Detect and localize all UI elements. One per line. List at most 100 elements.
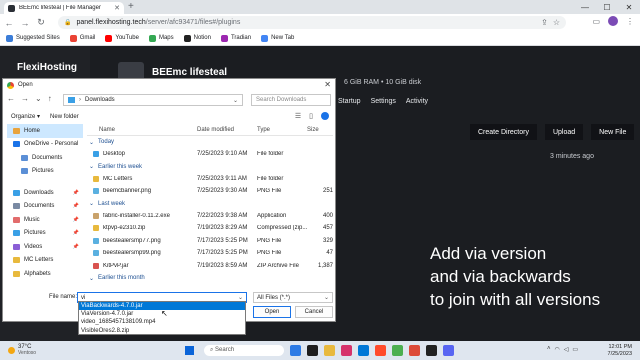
sidebar-item[interactable]: Videos 📌: [7, 240, 83, 254]
bookmark-item[interactable]: Tradian: [220, 34, 251, 42]
file-group-header[interactable]: ⌄ Earlier this week: [87, 161, 333, 173]
column-header[interactable]: Type: [257, 127, 307, 133]
chevron-up-icon[interactable]: ˄: [547, 346, 551, 353]
clock-date: 7/25/2023: [607, 351, 632, 357]
share-icon[interactable]: ⇪: [541, 18, 548, 27]
file-row[interactable]: beestealersmp99.png 7/17/2023 5:25 PM PNG …: [87, 247, 333, 260]
file-group-header[interactable]: ⌄ Today: [87, 136, 333, 148]
windows-start-icon[interactable]: [185, 346, 194, 355]
bookmark-item[interactable]: Suggested Sites: [6, 34, 60, 42]
taskbar-app-icon[interactable]: [409, 345, 420, 356]
sidebar-item[interactable]: Pictures: [7, 165, 83, 179]
sidebar-item[interactable]: MC Letters: [7, 254, 83, 268]
nav-startup[interactable]: Startup: [338, 98, 361, 105]
dropdown-icon[interactable]: ⌄: [35, 94, 42, 103]
cancel-button[interactable]: Cancel: [295, 306, 333, 318]
upload-button[interactable]: Upload: [544, 124, 584, 140]
new-folder-button[interactable]: New folder: [50, 114, 79, 120]
nav-activity[interactable]: Activity: [406, 98, 428, 105]
taskbar-app-icon[interactable]: [324, 345, 335, 356]
maximize-icon[interactable]: ☐: [596, 0, 618, 14]
taskbar-search-input[interactable]: ⌕ Search: [204, 345, 284, 356]
bookmark-item[interactable]: Maps: [148, 34, 174, 42]
view-icon[interactable]: ☰: [295, 112, 301, 120]
file-group-header[interactable]: ⌄ Last week: [87, 198, 333, 210]
file-row[interactable]: beemcbanner.png 7/25/2023 9:30 AM PNG File…: [87, 185, 333, 198]
chevron-down-icon[interactable]: ⌄: [324, 294, 329, 301]
autocomplete-item[interactable]: VisibleOres2.8.zip: [79, 327, 245, 335]
organize-button[interactable]: Organize ▾: [11, 113, 40, 120]
sidebar-item[interactable]: Downloads 📌: [7, 186, 83, 200]
back-icon[interactable]: ←: [4, 18, 14, 28]
taskbar-app-icon[interactable]: [392, 345, 403, 356]
bookmark-item[interactable]: Gmail: [69, 34, 95, 42]
profile-avatar[interactable]: [608, 16, 618, 26]
file-row[interactable]: ktpvp-e2310.zip 7/19/2023 8:29 AM Compress…: [87, 222, 333, 235]
bookmark-item[interactable]: YouTube: [105, 34, 139, 42]
clock[interactable]: 12:01 PM 7/25/2023: [608, 344, 632, 358]
file-row[interactable]: KitPvP.jar 7/19/2023 8:59 AM ZIP Archive F…: [87, 260, 333, 273]
close-dialog-icon[interactable]: ✕: [324, 80, 331, 89]
file-row[interactable]: Desktop 7/25/2023 9:10 AM File folder: [87, 148, 333, 161]
close-tab-icon[interactable]: ✕: [114, 4, 120, 12]
url-input[interactable]: 🔒 panel.flexihosting.tech/server/afc9347…: [58, 16, 566, 29]
path-bar[interactable]: › Downloads ⌄: [63, 94, 243, 106]
wifi-icon[interactable]: ◠: [554, 346, 559, 353]
open-button[interactable]: Open: [253, 306, 291, 318]
autocomplete-item[interactable]: video_1685457138109.mp4: [79, 318, 245, 326]
chrome-icon: [7, 81, 14, 89]
weather-widget[interactable]: 37°C Ventoso: [8, 344, 36, 356]
taskbar-app-icon[interactable]: [426, 345, 437, 356]
sidebar-item[interactable]: Alphabets: [7, 267, 83, 281]
chevron-down-icon[interactable]: ⌄: [233, 97, 238, 104]
nav-settings[interactable]: Settings: [371, 98, 396, 105]
volume-icon[interactable]: ◁: [564, 346, 569, 353]
forward-icon[interactable]: →: [21, 94, 29, 103]
taskbar-app-icon[interactable]: [307, 345, 318, 356]
sidebar-item[interactable]: Home: [7, 124, 83, 138]
column-header[interactable]: Date modified: [197, 127, 257, 133]
file-group-header[interactable]: ⌄ Earlier this month: [87, 272, 333, 284]
downloads-icon: [13, 189, 20, 196]
up-icon[interactable]: ↑: [48, 94, 52, 103]
sidebar-item[interactable]: OneDrive - Personal: [7, 138, 83, 152]
bookmark-item[interactable]: Notion: [183, 34, 211, 42]
filetype-select[interactable]: All Files (*.*) ⌄: [253, 292, 333, 303]
bookmark-item[interactable]: New Tab: [261, 34, 294, 42]
create-directory-button[interactable]: Create Directory: [470, 124, 537, 140]
column-header[interactable]: Name: [87, 127, 197, 133]
file-size: 457: [322, 225, 333, 232]
taskbar-app-icon[interactable]: [358, 345, 369, 356]
preview-pane-icon[interactable]: ▯: [309, 112, 313, 120]
forward-icon[interactable]: →: [20, 18, 30, 28]
documents-icon: [13, 203, 20, 210]
sidebar-item[interactable]: Documents: [7, 151, 83, 165]
column-header[interactable]: Size: [307, 127, 333, 133]
sidebar-item[interactable]: Music 📌: [7, 213, 83, 227]
back-icon[interactable]: ←: [7, 94, 15, 103]
minimize-icon[interactable]: —: [574, 0, 596, 14]
star-icon[interactable]: ☆: [553, 18, 560, 27]
menu-icon[interactable]: ⋮: [626, 17, 634, 26]
file-row[interactable]: MC Letters 7/25/2023 9:11 AM File folder: [87, 173, 333, 186]
reload-icon[interactable]: ↻: [36, 17, 46, 28]
taskbar-app-icon[interactable]: [341, 345, 352, 356]
dialog-search-input[interactable]: Search Downloads: [251, 94, 331, 106]
brand-logo[interactable]: FlexiHosting: [17, 62, 77, 73]
sidebar-item[interactable]: Documents 📌: [7, 200, 83, 214]
battery-icon[interactable]: ▭: [572, 346, 578, 353]
server-title: BEEmc lifesteal: [152, 67, 228, 78]
close-window-icon[interactable]: ✕: [618, 0, 640, 14]
new-file-button[interactable]: New File: [591, 124, 635, 140]
browser-tab[interactable]: BEEmc lifesteal | File Manager ✕: [4, 2, 124, 14]
file-row[interactable]: fabric-installer-0.11.2.exe 7/22/2023 9:3…: [87, 210, 333, 223]
taskbar-app-icon[interactable]: [290, 345, 301, 356]
sidebar-item[interactable]: Pictures 📌: [7, 227, 83, 241]
chevron-down-icon[interactable]: ⌄: [238, 294, 243, 301]
sidepanel-icon[interactable]: ▭: [592, 17, 600, 26]
new-tab-icon[interactable]: +: [128, 1, 134, 12]
taskbar-app-icon[interactable]: [375, 345, 386, 356]
taskbar-app-icon[interactable]: [443, 345, 454, 356]
file-row[interactable]: beestealersmp77.png 7/17/2023 5:25 PM PNG …: [87, 235, 333, 248]
help-icon[interactable]: [321, 112, 329, 120]
